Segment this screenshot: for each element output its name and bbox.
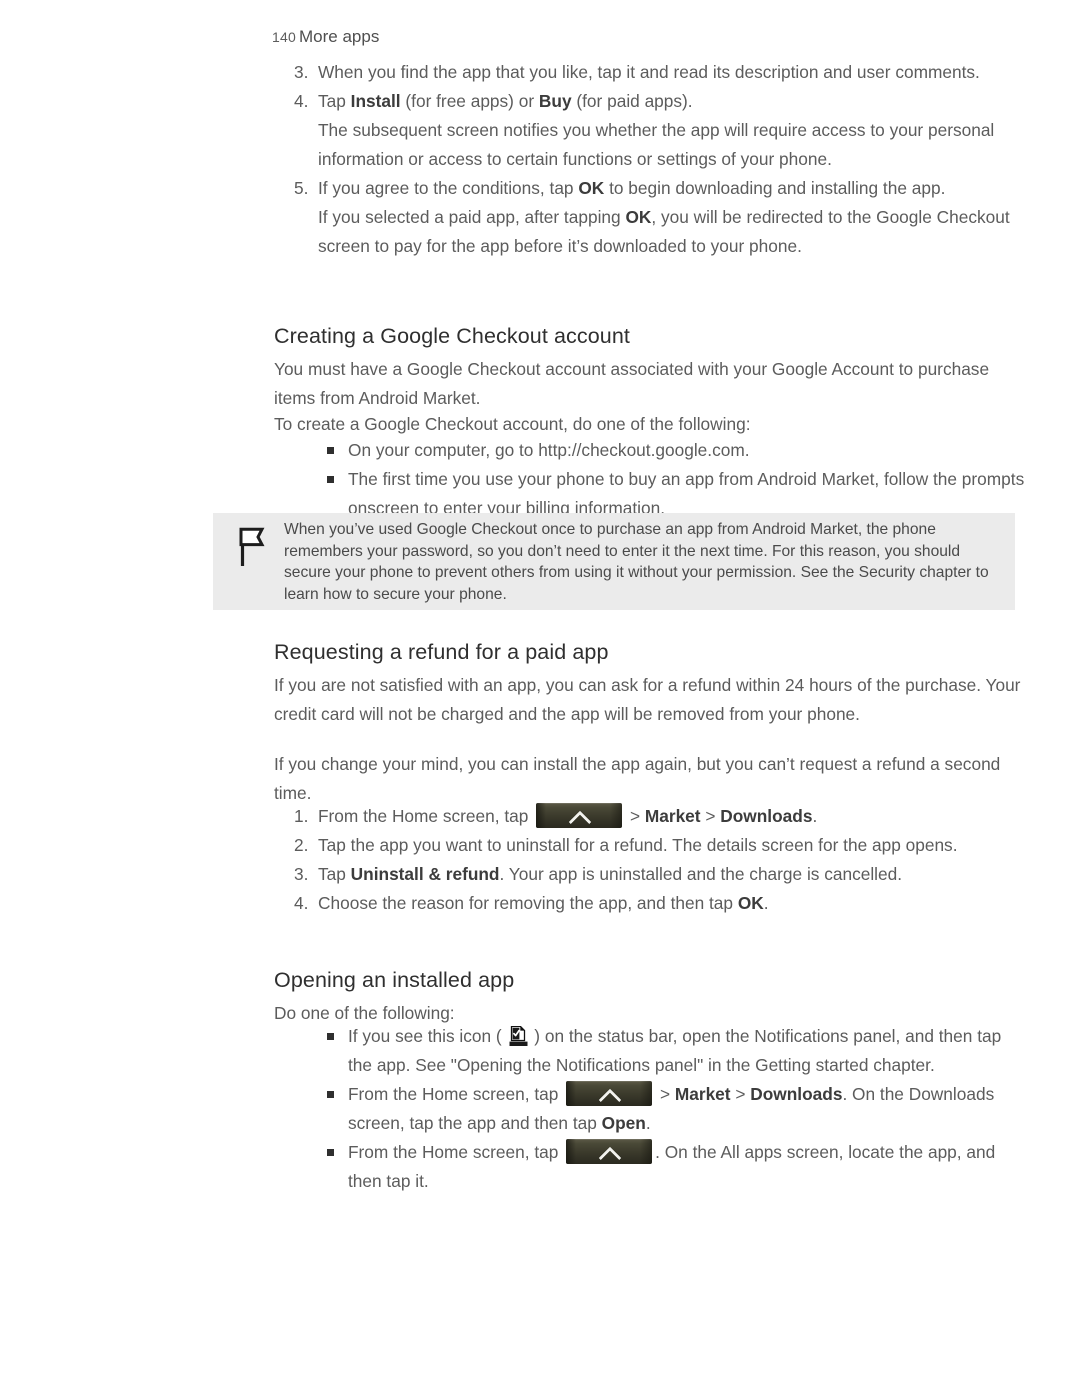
text-run: > [730,1084,751,1104]
steps-top-list: 3. When you find the app that you like, … [294,58,1024,261]
home-apps-button-icon [566,1139,653,1164]
list-text: Tap the app you want to uninstall for a … [318,835,958,855]
section-heading-refund: Requesting a refund for a paid app [274,640,609,664]
text-run: > [700,806,721,826]
text-run: From the Home screen, tap [348,1142,564,1162]
emphasis-text: Downloads [720,806,813,826]
text-run: to begin downloading and installing the … [604,178,946,198]
app-installed-notification-icon [509,1025,528,1047]
list-text: Tap Install (for free apps) or Buy (for … [318,91,693,111]
list-text: When you find the app that you like, tap… [318,62,980,82]
list-text: From the Home screen, tap . On the All a… [348,1139,995,1191]
text-run: Tap [318,91,351,111]
list-number: 4. [294,893,309,913]
text-run: > [625,806,645,826]
list-number: 4. [294,91,309,111]
square-bullet-icon [327,447,334,454]
list-text: Tap Uninstall & refund. Your app is unin… [318,864,902,884]
square-bullet-icon [327,476,334,483]
text-run: . Your app is uninstalled and the charge… [499,864,903,884]
list-item: On your computer, go to http://checkout.… [326,436,1026,465]
text-run: Choose the reason for removing the app, … [318,893,738,913]
text-run: Tap [318,864,351,884]
list-number: 3. [294,62,309,82]
list-item: 3. When you find the app that you like, … [294,58,1024,87]
emphasis-text: Buy [538,91,572,111]
list-continuation: The subsequent screen notifies you wheth… [318,120,995,169]
document-page: 140 More apps 3. When you find the app t… [0,0,1080,1397]
list-item: 4. Choose the reason for removing the ap… [294,889,1024,918]
checkout-paragraph-2: To create a Google Checkout account, do … [274,414,751,434]
chapter-title: More apps [299,27,380,46]
section-heading-checkout: Creating a Google Checkout account [274,324,630,348]
emphasis-text: Downloads [750,1084,843,1104]
square-bullet-icon [327,1149,334,1156]
page-number: 140 [272,29,296,45]
emphasis-text: OK [625,207,652,227]
list-text: If you agree to the conditions, tap OK t… [318,178,945,198]
list-text: On your computer, go to http://checkout.… [348,440,750,460]
square-bullet-icon [327,1033,334,1040]
list-item: 1. From the Home screen, tap > Market > … [294,802,1024,831]
text-run: From the Home screen, tap [318,806,534,826]
text-run: (for free apps) or [400,91,539,111]
note-text: When you’ve used Google Checkout once to… [284,521,989,603]
emphasis-text: Open [601,1113,646,1133]
refund-paragraph-1: If you are not satisfied with an app, yo… [274,675,1021,724]
text-run: If you agree to the conditions, tap [318,178,579,198]
text-run: . [645,1113,651,1133]
emphasis-text: Install [350,91,401,111]
text-run: > [655,1084,675,1104]
checkout-bullet-list: On your computer, go to http://checkout.… [326,436,1026,523]
emphasis-text: OK [737,893,764,913]
text-run: If you selected a paid app, after tappin… [318,207,626,227]
emphasis-text: Market [674,1084,731,1104]
list-number: 2. [294,835,309,855]
list-text: Choose the reason for removing the app, … [318,893,769,913]
refund-steps-list: 1. From the Home screen, tap > Market > … [294,802,1024,918]
emphasis-text: Market [644,806,701,826]
list-item: 2. Tap the app you want to uninstall for… [294,831,1024,860]
note-callout: When you’ve used Google Checkout once to… [213,513,1015,610]
list-text: From the Home screen, tap > Market > Dow… [318,803,818,828]
opening-bullet-list: If you see this icon ( ) on the status b… [326,1022,1026,1196]
text-run: If you see this icon ( [348,1026,507,1046]
running-head: 140 More apps [272,27,379,47]
refund-paragraph-2: If you change your mind, you can install… [274,754,1001,803]
list-text: From the Home screen, tap > Market > Dow… [348,1081,994,1133]
square-bullet-icon [327,1091,334,1098]
emphasis-text: OK [578,178,605,198]
emphasis-text: Uninstall & refund [350,864,500,884]
checkout-paragraph-1: You must have a Google Checkout account … [274,359,990,408]
text-run: . [812,806,818,826]
list-number: 1. [294,806,309,826]
list-item: From the Home screen, tap . On the All a… [326,1138,1026,1196]
home-apps-button-icon [566,1081,653,1106]
list-item: 5. If you agree to the conditions, tap O… [294,174,1024,261]
list-continuation: If you selected a paid app, after tappin… [318,203,1024,261]
list-number: 3. [294,864,309,884]
text-run: Tap the app you want to uninstall for a … [318,835,958,855]
list-item: 4. Tap Install (for free apps) or Buy (f… [294,87,1024,174]
list-text: The first time you use your phone to buy… [348,469,1025,518]
flag-icon [235,525,269,569]
text-run: (for paid apps). [571,91,693,111]
list-text: If you see this icon ( ) on the status b… [348,1025,1001,1075]
home-apps-button-icon [536,803,623,828]
list-item: If you see this icon ( ) on the status b… [326,1022,1026,1080]
section-heading-opening: Opening an installed app [274,968,515,992]
list-item: 3. Tap Uninstall & refund. Your app is u… [294,860,1024,889]
list-number: 5. [294,178,309,198]
text-run: From the Home screen, tap [348,1084,564,1104]
list-item: From the Home screen, tap > Market > Dow… [326,1080,1026,1138]
text-run: . [763,893,769,913]
